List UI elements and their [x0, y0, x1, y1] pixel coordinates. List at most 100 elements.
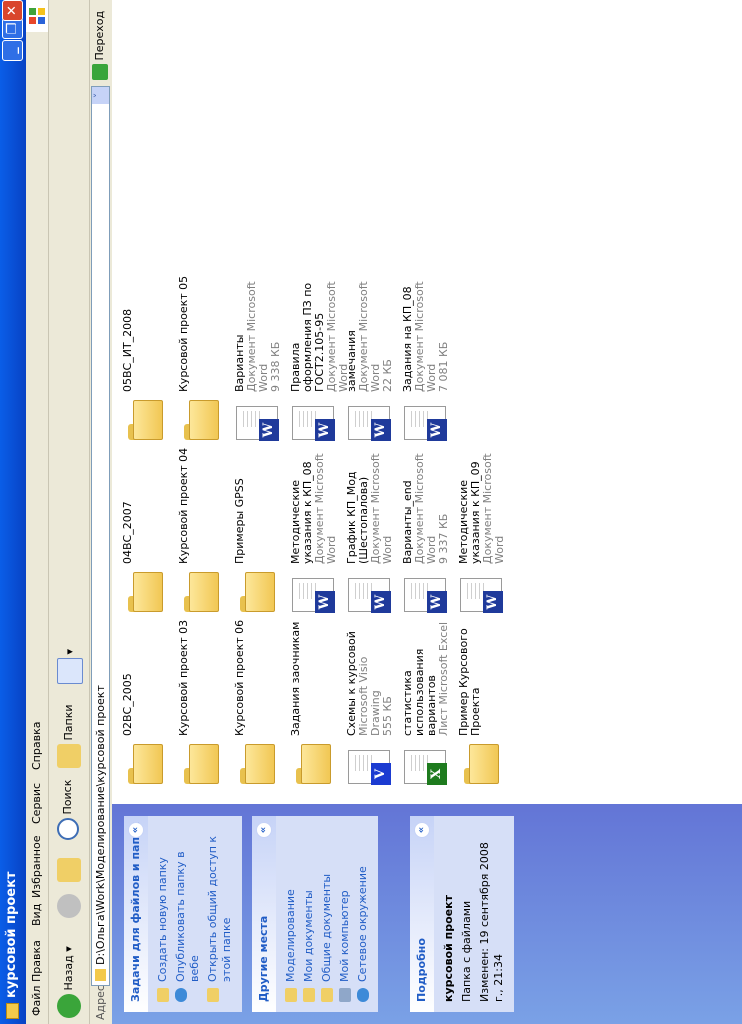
up-folder-button[interactable] — [57, 858, 81, 882]
search-button[interactable]: Поиск — [57, 780, 79, 840]
create-folder-link[interactable]: Создать новую папку — [154, 816, 172, 1012]
explorer-window: курсовой проект _ ❐ ✕ Файл Правка Вид Из… — [0, 0, 742, 1024]
file-item[interactable]: Wзамечания Документ Microsoft Word 22 КБ — [342, 264, 402, 444]
tasks-panel-header[interactable]: Задачи для файлов и папок « — [124, 816, 148, 1012]
file-name: 02ВС_2005 — [121, 673, 134, 736]
folders-button[interactable]: Папки — [57, 705, 81, 768]
file-name: статистика использования вариантов — [401, 648, 438, 736]
collapse-icon[interactable]: « — [256, 822, 272, 838]
file-item[interactable]: W Варианты Документ Microsoft Word 9 338 КБ — [230, 264, 290, 444]
file-name: График КП_Мод (Шестопалова) — [345, 471, 370, 564]
details-modified: Изменен: 19 сентября 2008 г., 21:34 — [478, 842, 505, 1002]
word-icon: W — [236, 406, 279, 441]
file-name: Методические указания к КП_08 — [289, 461, 314, 564]
folder-icon — [184, 572, 219, 612]
details-panel-header[interactable]: Подробно « — [410, 816, 434, 1012]
excel-icon: X — [404, 750, 447, 785]
file-type: Документ Microsoft Word — [313, 453, 338, 564]
file-item[interactable]: Задания заочникам — [286, 608, 346, 788]
back-button[interactable]: Назад ▾ — [57, 946, 81, 1018]
task-pane: Задачи для файлов и папок « Создать нову… — [112, 804, 742, 1024]
collapse-icon[interactable]: « — [414, 822, 430, 838]
file-item[interactable]: Курсовой проект 06 — [230, 608, 290, 788]
address-field[interactable]: D:\Ольга\Work\Моделирование\курсовой про… — [91, 86, 110, 986]
folder-icon — [464, 744, 499, 784]
folder-icon — [285, 988, 297, 1002]
word-icon: W — [292, 406, 335, 441]
views-icon — [57, 658, 83, 684]
file-name: Правила оформления ПЗ по ГОСТ2.105-95 — [289, 282, 326, 392]
file-size: 22 КБ — [381, 359, 394, 392]
link-label: Общие документы — [320, 873, 333, 982]
folder-icon — [128, 400, 163, 440]
address-bar: Адрес: D:\Ольга\Work\Моделирование\курсо… — [90, 0, 112, 1024]
tasks-panel: Задачи для файлов и папок « Создать нову… — [124, 816, 242, 1012]
share-folder-link[interactable]: Открыть общий доступ к этой папке — [204, 816, 236, 1012]
link-label: Сетевое окружение — [356, 866, 369, 982]
file-item[interactable]: W Методические указания к КП_09 Документ M… — [454, 436, 514, 616]
up-folder-icon — [57, 858, 81, 882]
file-item[interactable]: V Схемы к курсовой Microsoft Visio Drawing… — [342, 608, 402, 788]
places-panel-header[interactable]: Другие места « — [252, 816, 276, 1012]
file-item[interactable]: Курсовой проект 03 — [174, 608, 234, 788]
menu-help[interactable]: Справка — [30, 722, 43, 770]
file-item[interactable]: W Методические указания к КП_08 Документ M… — [286, 436, 346, 616]
title-bar: курсовой проект _ ❐ ✕ — [0, 0, 26, 1024]
go-button[interactable]: Переход — [92, 11, 108, 80]
place-my-documents[interactable]: Мои документы — [300, 816, 318, 1012]
folder-icon — [240, 572, 275, 612]
minimize-button[interactable]: _ — [2, 40, 23, 61]
link-label: Моделирование — [284, 889, 297, 982]
file-item[interactable]: Курсовой проект 05 — [174, 264, 234, 444]
place-network[interactable]: Сетевое окружение — [354, 816, 372, 1012]
file-item[interactable]: W Задания на КП_08 Документ Microsoft Word… — [398, 264, 458, 444]
details-name: курсовой проект — [442, 895, 455, 1002]
publish-web-link[interactable]: Опубликовать папку в вебе — [172, 816, 204, 1012]
search-icon — [57, 818, 79, 840]
file-type: Документ Microsoft Word — [357, 281, 382, 392]
link-label: Мои документы — [302, 890, 315, 982]
collapse-icon[interactable]: « — [128, 822, 144, 838]
file-item[interactable]: Xстатистика использования вариантов Лист … — [398, 608, 458, 788]
file-item[interactable]: W Правила оформления ПЗ по ГОСТ2.105-95 До… — [286, 264, 350, 444]
file-item[interactable]: 05ВС_ИТ_2008 — [118, 264, 178, 444]
file-name: Курсовой проект 03 — [177, 619, 190, 736]
word-icon: W — [404, 406, 447, 441]
menu-view[interactable]: Вид — [30, 904, 43, 926]
file-item[interactable]: W График КП_Мод (Шестопалова) Документ Mic… — [342, 436, 402, 616]
word-icon: W — [460, 578, 503, 613]
menu-file[interactable]: Файл — [30, 986, 43, 1016]
folder-icon — [95, 969, 106, 981]
place-modeling[interactable]: Моделирование — [282, 816, 300, 1012]
my-documents-icon — [303, 988, 315, 1002]
file-name: Курсовой проект 06 — [233, 619, 246, 736]
file-item[interactable]: Пример Курсового Проекта — [454, 608, 514, 788]
file-item[interactable]: Примеры GPSS — [230, 436, 290, 616]
restore-button[interactable]: ❐ — [2, 18, 23, 39]
address-dropdown-icon[interactable]: ˅ — [92, 87, 109, 104]
file-size: 9 337 КБ — [437, 513, 450, 564]
go-arrow-icon — [92, 64, 108, 80]
close-button[interactable]: ✕ — [2, 0, 23, 21]
place-shared-documents[interactable]: Общие документы — [318, 816, 336, 1012]
link-label: Мой компьютер — [338, 890, 351, 982]
file-item[interactable]: 04ВС_2007 — [118, 436, 178, 616]
menu-tools[interactable]: Сервис — [30, 783, 43, 824]
toolbar: Назад ▾ Поиск Папки ▾ — [49, 0, 90, 1024]
globe-icon — [175, 988, 187, 1002]
folder-icon — [240, 744, 275, 784]
place-my-computer[interactable]: Мой компьютер — [336, 816, 354, 1012]
file-name: 05ВС_ИТ_2008 — [121, 308, 134, 392]
file-item[interactable]: 02ВС_2005 — [118, 608, 178, 788]
file-type: Документ Microsoft Word — [245, 281, 270, 392]
file-name: Курсовой проект 05 — [177, 275, 190, 392]
menu-edit[interactable]: Правка — [30, 940, 43, 982]
shared-documents-icon — [321, 988, 333, 1002]
file-item[interactable]: Курсовой проект 04 — [174, 436, 234, 616]
back-label: Назад — [62, 955, 75, 991]
views-button[interactable]: ▾ — [57, 649, 83, 684]
menu-favorites[interactable]: Избранное — [30, 836, 43, 898]
file-item[interactable]: W Варианты_end Документ Microsoft Word 9 33… — [398, 436, 458, 616]
file-size: 7 081 КБ — [437, 341, 450, 392]
forward-button[interactable] — [57, 894, 81, 918]
